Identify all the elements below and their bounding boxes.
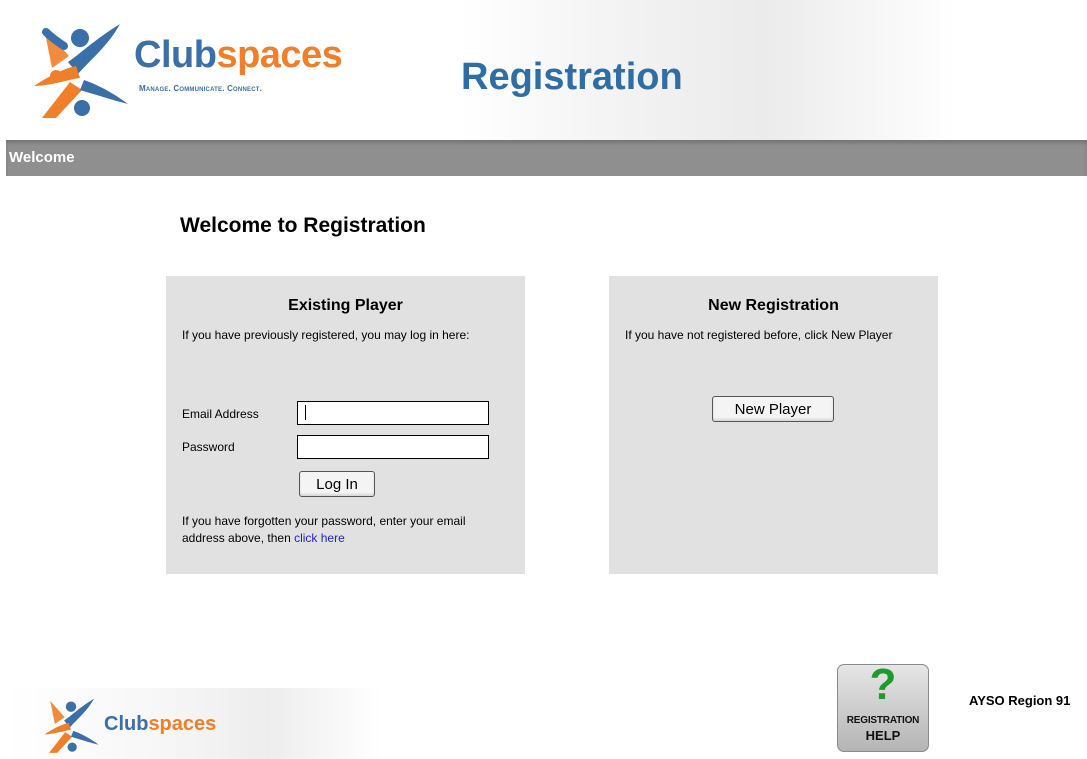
clubspaces-logo-icon xyxy=(34,24,128,118)
page-title: Registration xyxy=(461,56,683,98)
login-button[interactable]: Log In xyxy=(299,471,375,497)
clubspaces-logo-icon xyxy=(44,698,99,753)
welcome-heading: Welcome to Registration xyxy=(180,214,426,237)
existing-player-intro: If you have previously registered, you m… xyxy=(182,328,470,342)
password-label: Password xyxy=(182,440,235,454)
organization-name: AYSO Region 91 xyxy=(969,693,1071,708)
new-registration-panel: New Registration If you have not registe… xyxy=(609,276,938,574)
email-label: Email Address xyxy=(182,407,259,421)
footer-logo: Clubspaces xyxy=(6,688,381,759)
forgot-password-text: If you have forgotten your password, ent… xyxy=(182,513,482,547)
brand-name: Clubspaces xyxy=(134,34,343,76)
question-mark-icon: ? xyxy=(869,660,897,709)
help-label-bottom: HELP xyxy=(865,728,901,743)
new-player-button[interactable]: New Player xyxy=(712,396,834,422)
section-bar-title: Welcome xyxy=(9,149,75,166)
password-field[interactable] xyxy=(297,435,489,459)
text-caret xyxy=(305,405,306,420)
new-registration-intro: If you have not registered before, click… xyxy=(625,328,893,342)
existing-player-heading: Existing Player xyxy=(288,297,403,314)
footer-brand-name: Clubspaces xyxy=(104,713,216,736)
email-field[interactable] xyxy=(297,401,489,425)
footer-brand-spaces: spaces xyxy=(148,713,217,735)
section-bar: Welcome xyxy=(6,140,1087,176)
new-registration-heading: New Registration xyxy=(708,297,839,314)
brand-tagline: Manage. Communicate. Connect. xyxy=(139,84,263,93)
forgot-password-link[interactable]: click here xyxy=(294,531,345,545)
brand-name-spaces: spaces xyxy=(216,34,343,76)
existing-player-panel: Existing Player If you have previously r… xyxy=(166,276,525,574)
brand-name-club: Club xyxy=(134,34,217,76)
footer-brand-club: Club xyxy=(104,713,149,735)
registration-help-button[interactable]: ? REGISTRATION HELP xyxy=(837,660,929,752)
help-label-top: REGISTRATION xyxy=(846,715,920,726)
site-header: Clubspaces Manage. Communicate. Connect.… xyxy=(6,0,1087,140)
email-field-wrap xyxy=(297,401,489,425)
